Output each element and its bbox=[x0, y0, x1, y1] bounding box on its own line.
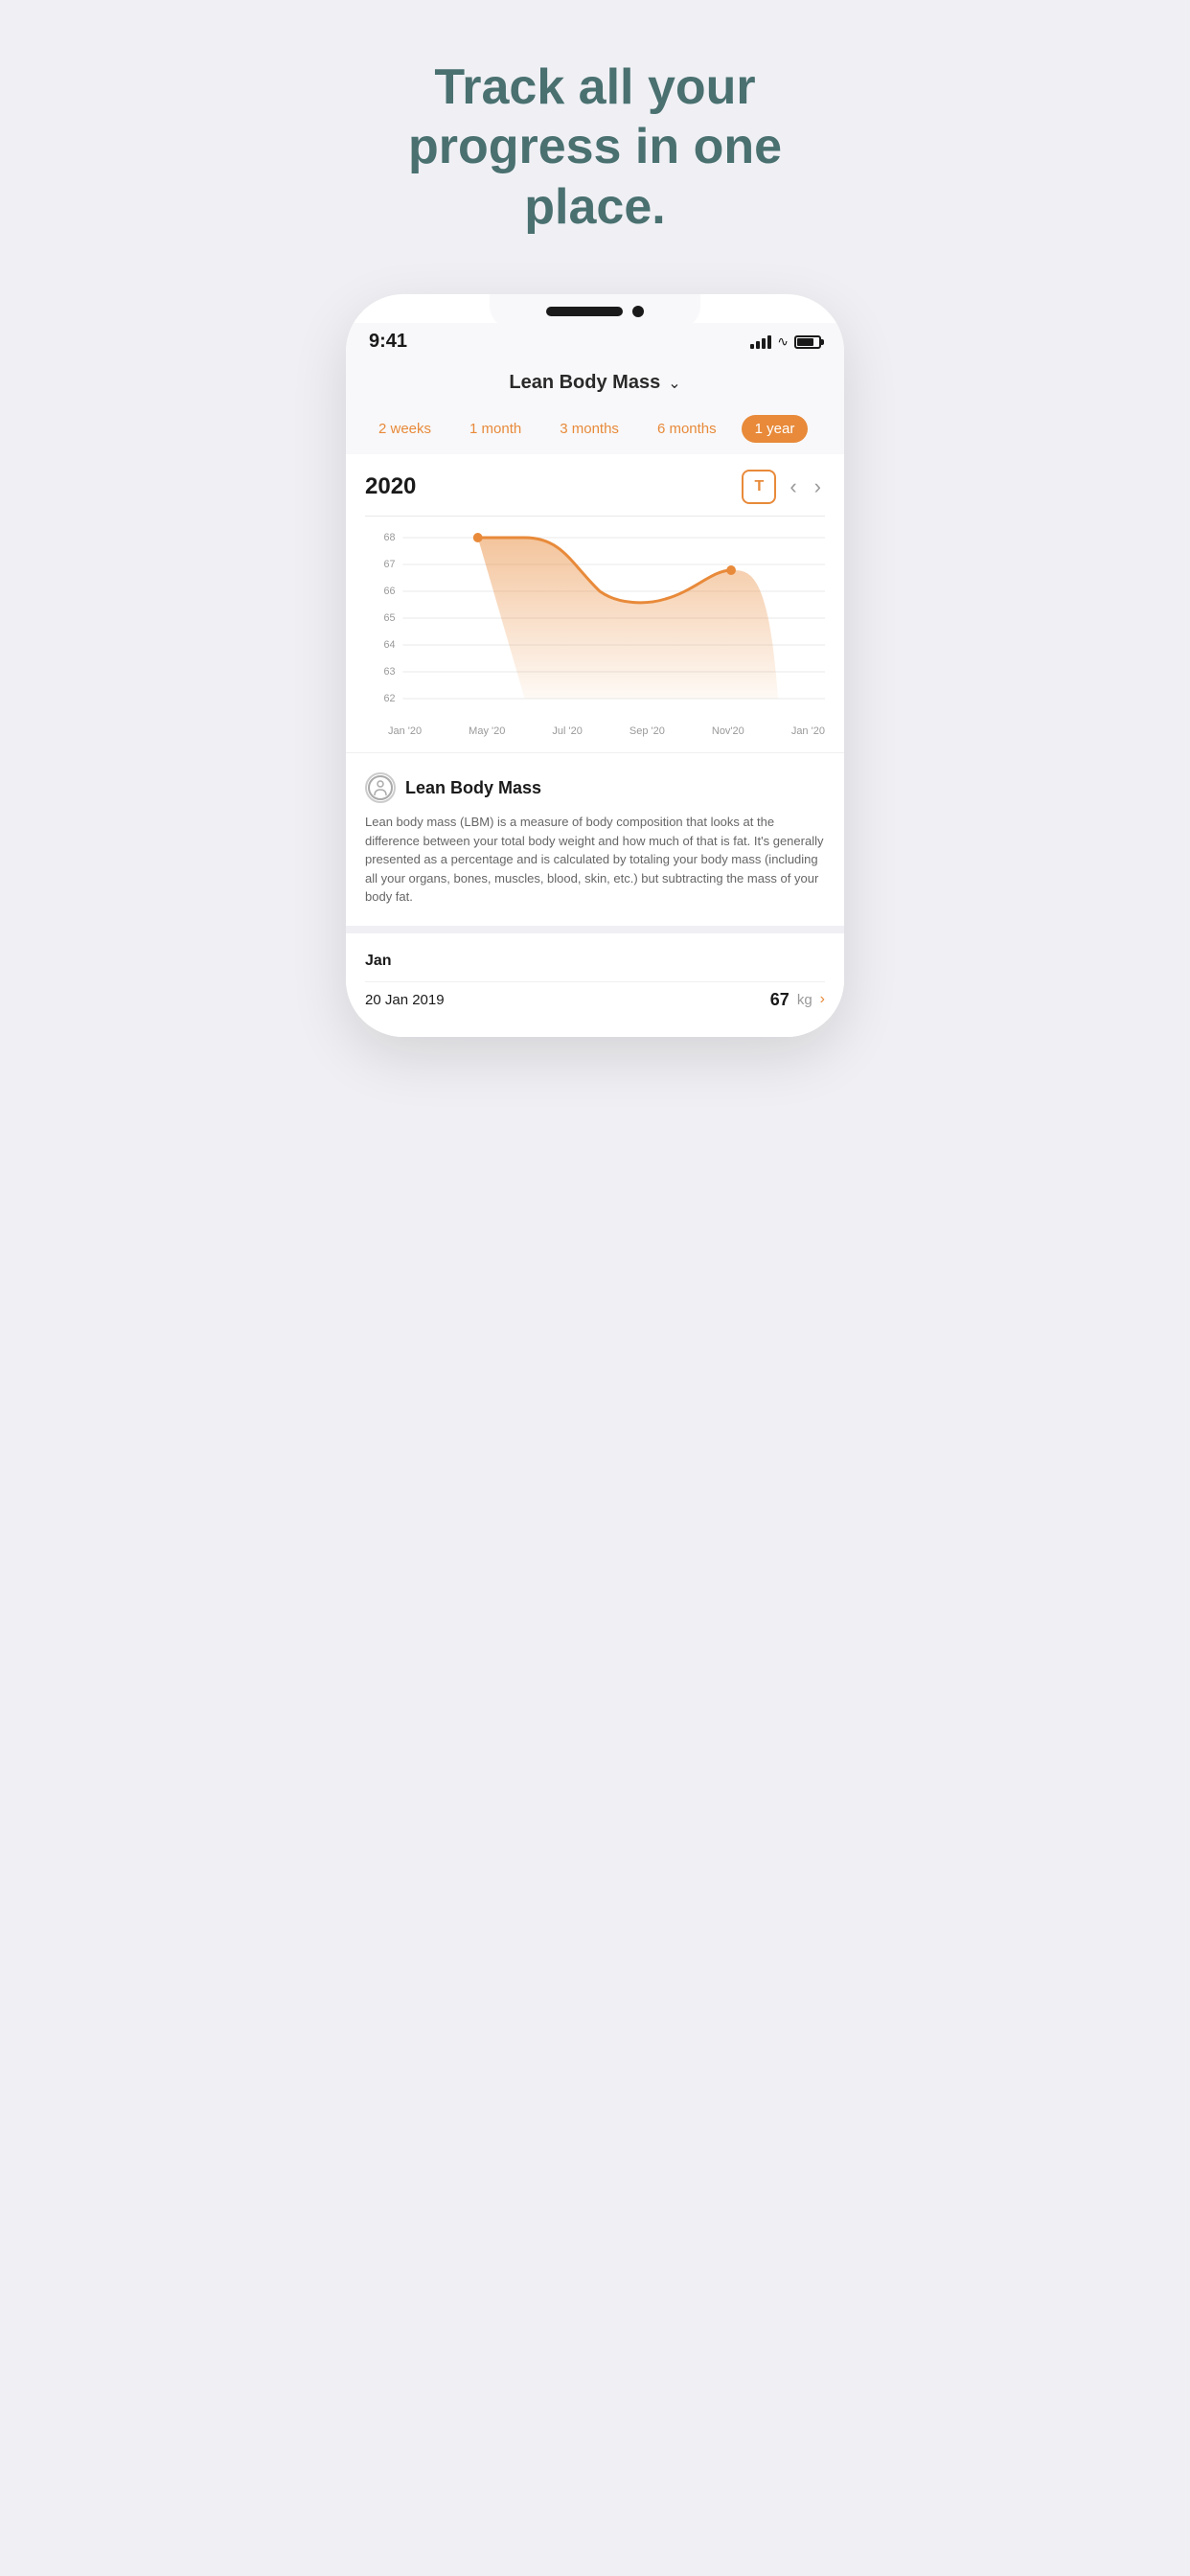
nav-title: Lean Body Mass bbox=[509, 372, 660, 394]
tab-1year[interactable]: 1 year bbox=[742, 415, 809, 443]
svg-text:63: 63 bbox=[384, 666, 396, 678]
chart-svg: 68 67 66 65 64 63 62 bbox=[375, 528, 825, 720]
chart-controls: T ‹ › bbox=[742, 470, 825, 504]
phone-notch bbox=[490, 294, 700, 329]
tab-3months[interactable]: 3 months bbox=[546, 415, 632, 443]
status-icons: ∿ bbox=[750, 334, 821, 350]
chart-next-button[interactable]: › bbox=[811, 474, 825, 499]
notch-pill bbox=[546, 307, 623, 316]
battery-icon bbox=[794, 335, 821, 349]
chart-t-button[interactable]: T bbox=[742, 470, 776, 504]
chart-header: 2020 T ‹ › bbox=[365, 470, 825, 504]
notch-dot bbox=[632, 306, 644, 317]
svg-text:67: 67 bbox=[384, 559, 396, 570]
status-time: 9:41 bbox=[369, 331, 407, 353]
svg-text:66: 66 bbox=[384, 586, 396, 597]
chart-container: 68 67 66 65 64 63 62 bbox=[375, 528, 825, 720]
nav-title-row: Lean Body Mass ⌄ bbox=[346, 358, 844, 407]
nav-dropdown-chevron[interactable]: ⌄ bbox=[668, 374, 680, 393]
lean-body-mass-icon bbox=[365, 772, 396, 803]
data-entry-value: 67 bbox=[770, 990, 790, 1010]
chart-divider bbox=[365, 516, 825, 517]
data-entry-row[interactable]: 20 Jan 2019 67 kg › bbox=[365, 981, 825, 1018]
x-label-jan20: Jan '20 bbox=[388, 725, 422, 737]
info-description: Lean body mass (LBM) is a measure of bod… bbox=[365, 813, 825, 907]
svg-text:62: 62 bbox=[384, 693, 396, 704]
x-label-sep20: Sep '20 bbox=[629, 725, 665, 737]
data-entry-unit: kg bbox=[797, 992, 812, 1008]
phone-frame: 9:41 ∿ Lean Body Mass ⌄ bbox=[346, 294, 844, 1037]
tab-2weeks[interactable]: 2 weeks bbox=[365, 415, 445, 443]
chart-x-labels: Jan '20 May '20 Jul '20 Sep '20 Nov'20 J… bbox=[365, 720, 825, 737]
data-section: Jan 20 Jan 2019 67 kg › bbox=[346, 926, 844, 1037]
x-label-jul20: Jul '20 bbox=[552, 725, 582, 737]
tab-1month[interactable]: 1 month bbox=[456, 415, 535, 443]
phone-content: Lean Body Mass ⌄ 2 weeks 1 month 3 month… bbox=[346, 358, 844, 1037]
info-title: Lean Body Mass bbox=[405, 778, 541, 798]
x-label-nov20: Nov'20 bbox=[712, 725, 744, 737]
signal-icon bbox=[750, 335, 771, 349]
svg-text:64: 64 bbox=[384, 639, 396, 651]
time-tabs: 2 weeks 1 month 3 months 6 months 1 year bbox=[346, 407, 844, 454]
x-label-jan20b: Jan '20 bbox=[791, 725, 825, 737]
chart-prev-button[interactable]: ‹ bbox=[786, 474, 800, 499]
wifi-icon: ∿ bbox=[777, 334, 789, 350]
chart-year: 2020 bbox=[365, 473, 416, 500]
chart-section: 2020 T ‹ › bbox=[346, 454, 844, 752]
svg-text:65: 65 bbox=[384, 612, 396, 624]
info-header: Lean Body Mass bbox=[365, 772, 825, 803]
data-entry-chevron-icon[interactable]: › bbox=[820, 991, 825, 1008]
page-headline: Track all your progress in one place. bbox=[408, 58, 782, 237]
data-entry-value-row: 67 kg › bbox=[770, 990, 825, 1010]
info-section: Lean Body Mass Lean body mass (LBM) is a… bbox=[346, 752, 844, 926]
x-label-may20: May '20 bbox=[469, 725, 505, 737]
page-wrapper: Track all your progress in one place. 9:… bbox=[298, 0, 893, 1037]
tab-6months[interactable]: 6 months bbox=[644, 415, 730, 443]
data-month-label: Jan bbox=[365, 953, 825, 970]
data-entry-date: 20 Jan 2019 bbox=[365, 992, 445, 1008]
svg-text:68: 68 bbox=[384, 532, 396, 543]
